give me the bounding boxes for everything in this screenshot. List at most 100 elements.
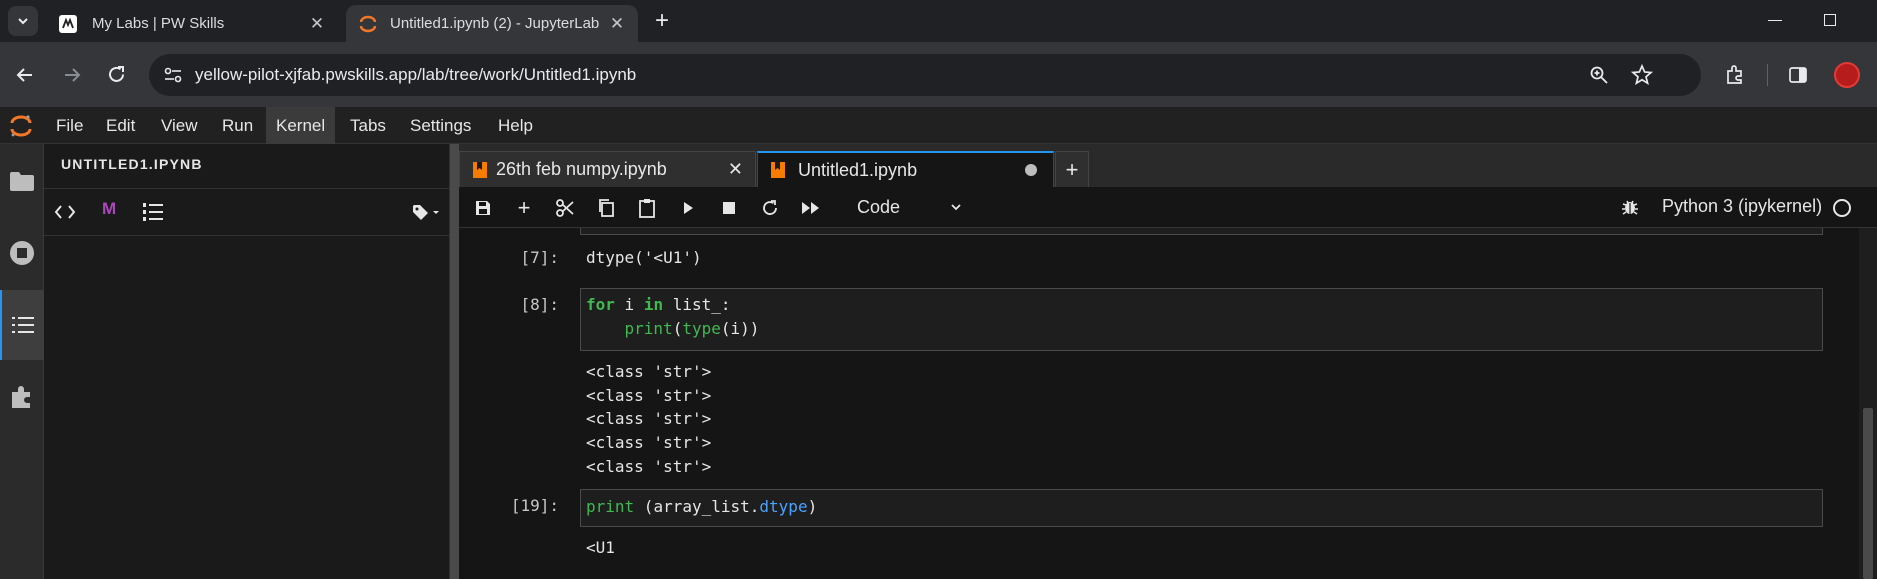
- doc-tab-title: 26th feb numpy.ipynb: [496, 159, 667, 179]
- puzzle-icon: [12, 386, 30, 408]
- markdown-icon[interactable]: M: [102, 199, 116, 219]
- jupyter-menubar: File Edit View Run Kernel Tabs Settings …: [0, 107, 1877, 144]
- cell-output: dtype('<U1'): [586, 248, 702, 267]
- code-brackets-icon[interactable]: [54, 203, 76, 221]
- panel-splitter[interactable]: [450, 144, 459, 579]
- cell-output-line: <class 'str'>: [586, 409, 712, 428]
- menu-settings[interactable]: Settings: [400, 107, 481, 144]
- input-prompt: [19]:: [510, 496, 559, 515]
- run-cell-button[interactable]: [676, 196, 700, 220]
- notebook-scrollbar[interactable]: [1859, 228, 1877, 579]
- previous-cell-input[interactable]: [580, 228, 1823, 235]
- address-bar[interactable]: yellow-pilot-xjfab.pwskills.app/lab/tree…: [149, 54, 1701, 96]
- output-prompt: [7]:: [520, 248, 559, 267]
- menu-edit[interactable]: Edit: [96, 107, 145, 144]
- kernel-name[interactable]: Python 3 (ipykernel): [1662, 196, 1822, 217]
- site-info-icon[interactable]: [163, 66, 183, 84]
- list-icon: [12, 317, 34, 333]
- numbered-list-icon[interactable]: [142, 202, 164, 222]
- new-tab-button[interactable]: +: [650, 8, 674, 34]
- notebook-icon: [473, 161, 487, 178]
- chevron-down-icon: [18, 18, 28, 25]
- restart-kernel-button[interactable]: [758, 196, 782, 220]
- url-text[interactable]: yellow-pilot-xjfab.pwskills.app/lab/tree…: [195, 65, 636, 85]
- side-panel-icon[interactable]: [1788, 65, 1808, 85]
- code-line: print(type(i)): [624, 319, 760, 338]
- menu-view[interactable]: View: [151, 107, 208, 144]
- pw-favicon-icon: [59, 14, 77, 33]
- menu-tabs[interactable]: Tabs: [340, 107, 396, 144]
- bookmark-star-icon[interactable]: [1631, 64, 1653, 86]
- stop-circle-icon: [10, 241, 34, 265]
- forward-arrow-icon[interactable]: [62, 65, 82, 85]
- browser-tab-title: Untitled1.ipynb (2) - JupyterLab: [390, 15, 600, 32]
- folder-icon: [10, 172, 34, 191]
- code-line: print (array_list.dtype): [586, 497, 818, 516]
- cut-button[interactable]: [553, 196, 577, 220]
- menu-kernel[interactable]: Kernel: [266, 107, 336, 144]
- cell-output-line: <class 'str'>: [586, 457, 712, 476]
- notebook-area: 26th feb numpy.ipynb ✕ Untitled1.ipynb +…: [459, 144, 1877, 579]
- browser-tab-mylabs[interactable]: My Labs | PW Skills ✕: [46, 5, 338, 42]
- kernel-status-indicator: [1833, 199, 1851, 217]
- panel-title: UNTITLED1.IPYNB: [61, 156, 203, 172]
- cell-output-line: <class 'str'>: [586, 386, 712, 405]
- input-prompt: [8]:: [520, 295, 559, 314]
- zoom-icon[interactable]: [1589, 65, 1609, 85]
- extension-manager-tab[interactable]: [0, 362, 44, 432]
- tag-icon[interactable]: [412, 203, 442, 221]
- cell-output: <U1: [586, 538, 615, 557]
- tab-search-button[interactable]: [8, 6, 38, 36]
- toc-toolbar: M: [44, 188, 450, 236]
- back-arrow-icon[interactable]: [15, 65, 35, 85]
- doc-tab-26th-feb-numpy[interactable]: 26th feb numpy.ipynb ✕: [459, 151, 756, 187]
- running-kernels-tab[interactable]: [0, 218, 44, 288]
- paste-button[interactable]: [635, 196, 659, 220]
- menu-help[interactable]: Help: [488, 107, 543, 144]
- copy-button[interactable]: [594, 196, 618, 220]
- code-cell-input[interactable]: print (array_list.dtype): [580, 489, 1823, 527]
- cell-type-value: Code: [857, 196, 901, 217]
- table-of-contents-tab[interactable]: [0, 290, 44, 360]
- insert-cell-button[interactable]: +: [512, 195, 536, 220]
- minimize-icon[interactable]: [1768, 20, 1782, 21]
- notebook-cells: [7]: dtype('<U1') [8]: for i in list_: p…: [459, 228, 1859, 579]
- jupyter-logo-icon: [10, 115, 32, 137]
- doc-tab-untitled1[interactable]: Untitled1.ipynb: [757, 151, 1054, 187]
- refresh-icon: [763, 200, 777, 215]
- browser-tab-jupyter[interactable]: Untitled1.ipynb (2) - JupyterLab ✕: [346, 5, 638, 42]
- reload-icon[interactable]: [106, 64, 127, 85]
- unsaved-dot-icon[interactable]: [1025, 164, 1037, 176]
- file-browser-tab[interactable]: [0, 146, 44, 216]
- close-tab-icon[interactable]: ✕: [308, 14, 326, 33]
- menu-file[interactable]: File: [46, 107, 93, 144]
- document-tab-bar: 26th feb numpy.ipynb ✕ Untitled1.ipynb +: [459, 144, 1877, 187]
- cell-output-line: <class 'str'>: [586, 433, 712, 452]
- extensions-icon[interactable]: [1724, 64, 1746, 86]
- profile-avatar[interactable]: [1834, 62, 1860, 88]
- stop-icon: [723, 202, 735, 214]
- activity-bar: [0, 144, 44, 579]
- close-tab-icon[interactable]: ✕: [608, 14, 626, 33]
- table-of-contents-panel: UNTITLED1.IPYNB M: [44, 144, 450, 579]
- save-button[interactable]: [471, 196, 495, 220]
- scrollbar-thumb[interactable]: [1863, 408, 1873, 579]
- restore-icon[interactable]: [1824, 14, 1836, 26]
- menu-run[interactable]: Run: [212, 107, 263, 144]
- clipboard-icon: [639, 199, 655, 218]
- save-icon: [476, 201, 490, 215]
- code-cell-input[interactable]: for i in list_: print(type(i)): [580, 288, 1823, 351]
- cell-type-select[interactable]: Code: [849, 193, 969, 221]
- debugger-bug-icon[interactable]: [1620, 197, 1640, 217]
- restart-run-all-button[interactable]: [799, 196, 823, 220]
- code-line: for i in list_:: [586, 295, 731, 314]
- browser-tab-strip: My Labs | PW Skills ✕ Untitled1.ipynb (2…: [0, 0, 1877, 42]
- interrupt-kernel-button[interactable]: [717, 196, 741, 220]
- close-tab-icon[interactable]: ✕: [728, 159, 743, 180]
- browser-tab-title: My Labs | PW Skills: [92, 15, 225, 32]
- fast-forward-icon: [802, 202, 819, 214]
- add-document-tab-button[interactable]: +: [1055, 151, 1089, 187]
- doc-tab-title: Untitled1.ipynb: [798, 159, 918, 180]
- copy-icon: [599, 199, 614, 217]
- chevron-down-icon: [951, 204, 961, 211]
